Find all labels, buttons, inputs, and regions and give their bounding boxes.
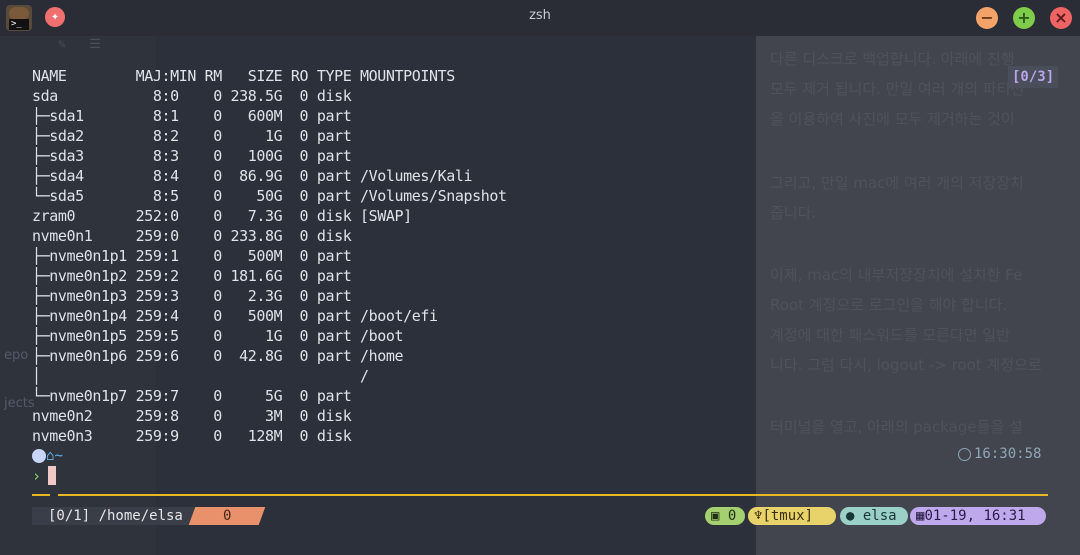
prompt-clock: 16:30:58 <box>958 446 1041 462</box>
table-row: └─nvme0n1p7 259:7 0 5G 0 part <box>32 387 352 405</box>
user-icon: ● <box>846 508 855 524</box>
table-row: ├─nvme0n1p1 259:1 0 500M 0 part <box>32 247 352 265</box>
status-session-pill: ♆[tmux] <box>748 507 836 525</box>
table-row: nvme0n1 259:0 0 233.8G 0 disk <box>32 227 352 245</box>
table-row: ├─nvme0n1p2 259:2 0 181.6G 0 part <box>32 267 352 285</box>
background-text-line: 모두 제거 됩니다. 만일 여러 개의 파티션 <box>770 80 1025 98</box>
status-user-pill: ● elsa <box>840 507 908 525</box>
status-datetime: 01-19, 16:31 <box>924 508 1026 524</box>
background-text-line: 그리고, 만일 mac에 여러 개의 저장장치 <box>770 174 1024 192</box>
table-row: nvme0n3 259:9 0 128M 0 disk <box>32 427 352 445</box>
minimize-icon[interactable]: − <box>976 7 998 29</box>
close-icon[interactable]: × <box>1050 7 1072 29</box>
table-row: nvme0n2 259:8 0 3M 0 disk <box>32 407 352 425</box>
terminal-small-icon: ▣ <box>711 508 720 524</box>
background-fragment: epo <box>4 348 29 363</box>
lsblk-output[interactable]: NAME MAJ:MIN RM SIZE RO TYPE MOUNTPOINTS… <box>32 66 507 446</box>
prompt-line: ⌂~ <box>32 448 63 464</box>
background-text-line: 다른 디스크로 백업합니다. 아래에 진행 <box>770 50 1015 68</box>
fedora-logo-icon <box>32 449 46 463</box>
table-row: └─sda5 8:5 0 50G 0 part /Volumes/Snapsho… <box>32 187 507 205</box>
clock-icon <box>958 447 971 461</box>
background-text-line: 계정에 대한 패스워드를 모른다면 일반 <box>770 326 1010 344</box>
prompt-chevron: › <box>32 467 42 485</box>
table-row: ├─sda3 8:3 0 100G 0 part <box>32 147 352 165</box>
background-text-line: 니다. 그럼 다시, logout -> root 계정으로 <box>770 356 1042 374</box>
table-row: ├─sda4 8:4 0 86.9G 0 part /Volumes/Kali <box>32 167 473 185</box>
table-row: ├─sda2 8:2 0 1G 0 part <box>32 127 352 145</box>
background-text-line: 줍니다. <box>770 204 817 222</box>
table-row: ├─nvme0n1p6 259:6 0 42.8G 0 part /home <box>32 347 404 365</box>
status-date-pill: ▦01-19, 16:31 <box>910 507 1046 525</box>
session-name: [tmux] <box>762 508 814 524</box>
clock-time: 16:30:58 <box>974 446 1042 462</box>
title-bar[interactable]: >_ ✦ zsh − + × <box>0 0 1080 36</box>
table-row: ├─nvme0n1p3 259:3 0 2.3G 0 part <box>32 287 352 305</box>
pane-count: 0 <box>727 508 737 524</box>
table-row: sda 8:0 0 238.5G 0 disk <box>32 87 352 105</box>
terminal-window: >_ ✦ zsh − + × epo jects ✎ ☰ 다른 디스크로 백업합… <box>0 0 1080 555</box>
status-pane-pill: ▣ 0 <box>705 507 745 525</box>
status-divider <box>32 494 1048 496</box>
status-path: [0/1] /home/elsa <box>32 507 197 525</box>
text-cursor[interactable] <box>48 466 56 485</box>
prompt-directory: ~ <box>54 448 63 464</box>
table-row: ├─nvme0n1p4 259:4 0 500M 0 part /boot/ef… <box>32 307 438 325</box>
table-row: ├─sda1 8:1 0 600M 0 part <box>32 107 352 125</box>
window-title: zsh <box>529 8 551 23</box>
table-row: zram0 252:0 0 7.3G 0 disk [SWAP] <box>32 207 412 225</box>
divider-gap <box>50 494 58 496</box>
table-header-row: NAME MAJ:MIN RM SIZE RO TYPE MOUNTPOINTS <box>32 67 455 85</box>
user-name: elsa <box>862 508 897 524</box>
maximize-icon[interactable]: + <box>1013 7 1035 29</box>
background-text-line: 이제, mac의 내부저장장치에 설치한 Fe <box>770 266 1023 284</box>
status-window-index[interactable]: 0 <box>188 507 266 525</box>
table-row: ├─nvme0n1p5 259:5 0 1G 0 part /boot <box>32 327 404 345</box>
background-fragment: jects <box>4 396 35 411</box>
background-text-line: 터미널을 열고, 아래의 package들을 설 <box>770 418 1023 436</box>
window-index-label: 0 <box>222 508 232 524</box>
background-toolbar-icons: ✎ ☰ <box>58 37 101 52</box>
scroll-counter: [0/3] <box>1008 66 1059 88</box>
background-document: 다른 디스크로 백업합니다. 아래에 진행 모두 제거 됩니다. 만일 여러 개… <box>756 36 1080 555</box>
background-text-line: 을 이용하여 사진에 모두 제거하는 것이 <box>770 110 1015 128</box>
table-row: │ / <box>32 367 369 385</box>
background-text-line: Root 계정으로 로그인을 해야 합니다. <box>770 296 1008 314</box>
